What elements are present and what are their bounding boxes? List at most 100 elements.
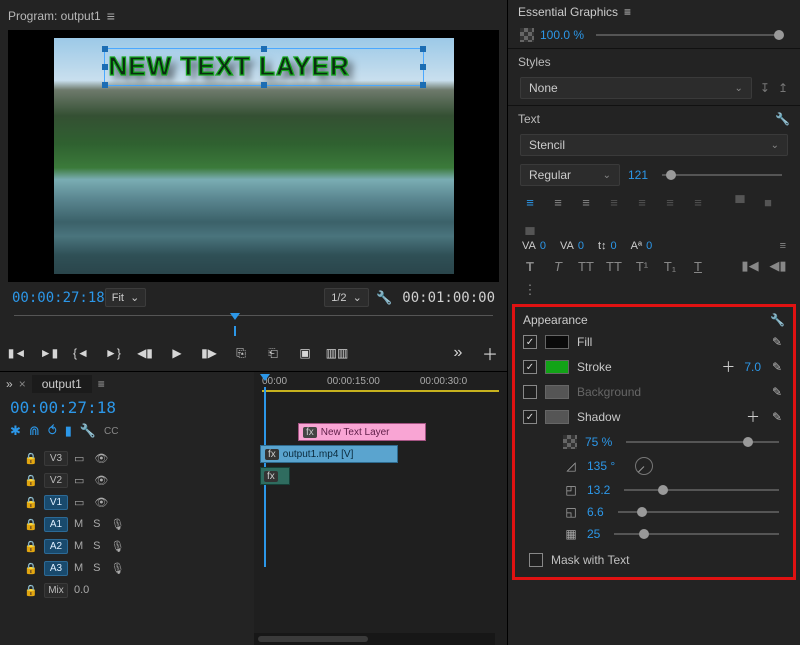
solo-toggle[interactable]: S (93, 518, 100, 531)
timeline-tab[interactable]: output1 (32, 375, 92, 393)
text-layer-selection[interactable]: NEW TEXT LAYER (104, 48, 424, 86)
shadow-blur-slider[interactable] (614, 533, 779, 535)
lift-icon[interactable]: ⎘ (232, 344, 250, 362)
timeline-playhead[interactable] (260, 374, 270, 381)
toggle-output-icon[interactable]: ▭ (74, 452, 84, 465)
text-nav-prev-icon[interactable]: ▮◀ (740, 258, 760, 274)
cc-icon[interactable]: CC (104, 426, 118, 437)
step-fwd-icon[interactable]: ▮▶ (200, 344, 218, 362)
settings-icon[interactable]: 🔧 (775, 112, 790, 126)
play-icon[interactable]: ▶ (168, 344, 186, 362)
allcaps-icon[interactable]: TT (576, 258, 596, 274)
align-right-icon[interactable]: ≡ (576, 194, 596, 210)
leading-value[interactable]: 0 (611, 240, 617, 252)
lock-icon[interactable]: 🔒 (24, 496, 38, 509)
track-a2[interactable]: A2 (44, 539, 68, 554)
align-center-icon[interactable]: ≡ (548, 194, 568, 210)
pull-style-icon[interactable]: ↥ (778, 81, 788, 95)
track-mix[interactable]: Mix (44, 583, 68, 598)
settings-icon[interactable]: 🔧 (369, 290, 392, 306)
current-timecode[interactable]: 00:00:27:18 (12, 290, 105, 306)
mute-toggle[interactable]: M (74, 518, 83, 531)
metrics-more-icon[interactable]: ≡ (780, 240, 786, 252)
smallcaps-icon[interactable]: TT (604, 258, 624, 274)
snap-icon[interactable]: ✱ (10, 423, 21, 439)
valign-top-icon[interactable]: ▀ (730, 194, 750, 210)
panel-menu-icon[interactable]: ≡ (107, 8, 115, 24)
track-v3[interactable]: V3 (44, 451, 68, 466)
button-editor-icon[interactable]: ＋ (481, 344, 499, 362)
stroke-width-value[interactable]: 7.0 (744, 360, 761, 374)
opacity-slider[interactable] (596, 34, 782, 36)
extract-icon[interactable]: ⎗ (264, 344, 282, 362)
toggle-eye-icon[interactable]: 👁 (94, 452, 108, 465)
font-size-slider[interactable] (662, 174, 782, 176)
track-a1[interactable]: A1 (44, 517, 68, 532)
mute-toggle[interactable]: M (74, 540, 83, 553)
mark-out-icon[interactable]: ►▮ (40, 344, 58, 362)
baseline-value[interactable]: 0 (646, 240, 652, 252)
timeline-ruler[interactable]: 00:00 00:00:15:00 00:00:30:0 (254, 372, 507, 391)
audio-clip[interactable]: fx (260, 467, 290, 485)
solo-toggle[interactable]: S (93, 562, 100, 575)
overlay-text[interactable]: NEW TEXT LAYER (105, 49, 354, 84)
shadow-color-swatch[interactable] (545, 410, 569, 424)
eyedropper-icon[interactable]: ✎ (769, 335, 785, 349)
text-more-icon[interactable]: ⋮ (520, 282, 540, 298)
timeline-hscroll[interactable] (254, 633, 495, 645)
justify-last-left-icon[interactable]: ≡ (604, 194, 624, 210)
push-style-icon[interactable]: ↧ (760, 81, 770, 95)
solo-toggle[interactable]: S (93, 540, 100, 553)
shadow-distance-slider[interactable] (624, 489, 779, 491)
step-back-icon[interactable]: ◀▮ (136, 344, 154, 362)
kern-value[interactable]: 0 (540, 240, 546, 252)
go-in-icon[interactable]: {◄ (72, 344, 90, 362)
italic-icon[interactable]: T (548, 258, 568, 274)
lock-icon[interactable]: 🔒 (24, 540, 38, 553)
zoom-select[interactable]: Fit ⌄ (105, 288, 147, 307)
underline-icon[interactable]: T (688, 258, 708, 274)
font-style-select[interactable]: Regular⌄ (520, 164, 620, 186)
shadow-blur-value[interactable]: 25 (587, 527, 600, 541)
export-frame-icon[interactable]: ▣ (296, 344, 314, 362)
shadow-opacity-value[interactable]: 75 % (585, 435, 612, 449)
fill-checkbox[interactable] (523, 335, 537, 349)
add-stroke-icon[interactable]: ＋ (720, 357, 736, 377)
shadow-angle-value[interactable]: 135 ° (587, 459, 615, 473)
work-area-bar[interactable] (262, 390, 499, 392)
track-v1[interactable]: V1 (44, 495, 68, 510)
program-monitor-stage[interactable]: NEW TEXT LAYER (8, 30, 499, 282)
subscript-icon[interactable]: T₁ (660, 258, 680, 274)
mix-value[interactable]: 0.0 (74, 584, 89, 596)
timeline-menu-icon[interactable]: ≡ (98, 377, 105, 391)
magnet-icon[interactable]: ⋒ (29, 423, 40, 439)
resolution-select[interactable]: 1/2 ⌄ (324, 288, 369, 307)
styles-select[interactable]: None⌄ (520, 77, 752, 99)
shadow-checkbox[interactable] (523, 410, 537, 424)
transport-more-icon[interactable]: » (449, 344, 467, 362)
justify-last-center-icon[interactable]: ≡ (632, 194, 652, 210)
shadow-size-value[interactable]: 6.6 (587, 505, 604, 519)
timeline-canvas[interactable]: 00:00 00:00:15:00 00:00:30:0 fx New Text… (254, 372, 507, 645)
opacity-value[interactable]: 100.0 % (540, 28, 584, 42)
mute-toggle[interactable]: M (74, 562, 83, 575)
stroke-color-swatch[interactable] (545, 360, 569, 374)
toggle-eye-icon[interactable]: 👁 (94, 496, 108, 509)
link-icon[interactable]: ⥀ (48, 423, 57, 439)
go-out-icon[interactable]: ►} (104, 344, 122, 362)
lock-icon[interactable]: 🔒 (24, 562, 38, 575)
fill-color-swatch[interactable] (545, 335, 569, 349)
background-checkbox[interactable] (523, 385, 537, 399)
video-clip[interactable]: fx output1.mp4 [V] (260, 445, 398, 463)
background-color-swatch[interactable] (545, 385, 569, 399)
graphic-clip[interactable]: fx New Text Layer (298, 423, 426, 441)
toggle-output-icon[interactable]: ▭ (74, 496, 84, 509)
shadow-size-slider[interactable] (618, 511, 779, 513)
panel-menu-icon[interactable]: ≡ (624, 5, 631, 19)
lock-icon[interactable]: 🔒 (24, 474, 38, 487)
toggle-output-icon[interactable]: ▭ (74, 474, 84, 487)
font-size-value[interactable]: 121 (628, 168, 648, 182)
eyedropper-icon[interactable]: ✎ (769, 385, 785, 399)
record-icon[interactable]: 🎙 (111, 518, 125, 531)
settings-icon[interactable]: 🔧 (770, 313, 785, 327)
